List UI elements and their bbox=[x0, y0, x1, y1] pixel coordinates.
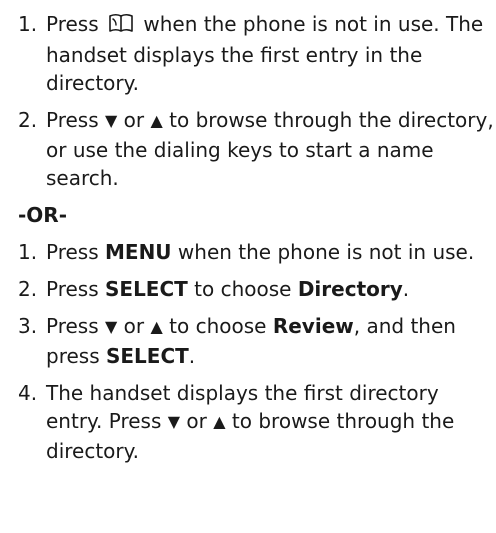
step-number: 1. bbox=[18, 12, 38, 36]
step-text: Press bbox=[46, 108, 99, 132]
step-number: 4. bbox=[18, 381, 38, 405]
key-label-select: SELECT bbox=[105, 277, 188, 301]
step-b4: 4. The handset displays the first direct… bbox=[0, 379, 496, 465]
step-b2: 2. Press SELECT to choose Directory. bbox=[0, 275, 496, 303]
step-b3: 3. Press ▼ or ▲ to choose Review, and th… bbox=[0, 312, 496, 370]
step-a2: 2. Press ▼ or ▲ to browse through the di… bbox=[0, 106, 496, 192]
step-text: to choose bbox=[169, 314, 267, 338]
step-text: or bbox=[186, 409, 207, 433]
step-a1: 1. Press when the phone is not in use. T… bbox=[0, 10, 496, 97]
step-text: or bbox=[123, 314, 145, 338]
instructions-page: 1. Press when the phone is not in use. T… bbox=[0, 0, 496, 533]
key-label-select: SELECT bbox=[105, 344, 189, 368]
menu-option-directory: Directory bbox=[297, 277, 403, 301]
step-text: or bbox=[123, 108, 145, 132]
down-arrow-icon: ▼ bbox=[105, 111, 118, 130]
or-separator: -OR- bbox=[18, 203, 68, 227]
step-number: 2. bbox=[18, 108, 38, 132]
step-text: Press bbox=[46, 12, 99, 36]
directory-book-icon bbox=[107, 12, 135, 41]
directory-steps-list-b: 1. Press MENU when the phone is not in u… bbox=[0, 238, 496, 465]
menu-option-review: Review bbox=[272, 314, 354, 338]
step-number: 1. bbox=[18, 240, 38, 264]
step-text: Press bbox=[46, 240, 99, 264]
up-arrow-icon: ▲ bbox=[150, 111, 163, 130]
key-label-menu: MENU bbox=[105, 240, 172, 264]
step-b1: 1. Press MENU when the phone is not in u… bbox=[0, 238, 496, 266]
step-number: 3. bbox=[18, 314, 38, 338]
step-text: Press bbox=[46, 314, 99, 338]
step-text: Press bbox=[46, 277, 99, 301]
down-arrow-icon: ▼ bbox=[167, 412, 181, 431]
step-text: to choose bbox=[194, 277, 292, 301]
step-text: . bbox=[188, 344, 196, 368]
down-arrow-icon: ▼ bbox=[105, 317, 118, 336]
up-arrow-icon: ▲ bbox=[150, 317, 163, 336]
up-arrow-icon: ▲ bbox=[213, 412, 226, 431]
step-text: . bbox=[402, 277, 410, 301]
step-number: 2. bbox=[18, 277, 38, 301]
step-text: when the phone is not in use. bbox=[177, 240, 475, 264]
directory-steps-list-a: 1. Press when the phone is not in use. T… bbox=[0, 0, 496, 192]
